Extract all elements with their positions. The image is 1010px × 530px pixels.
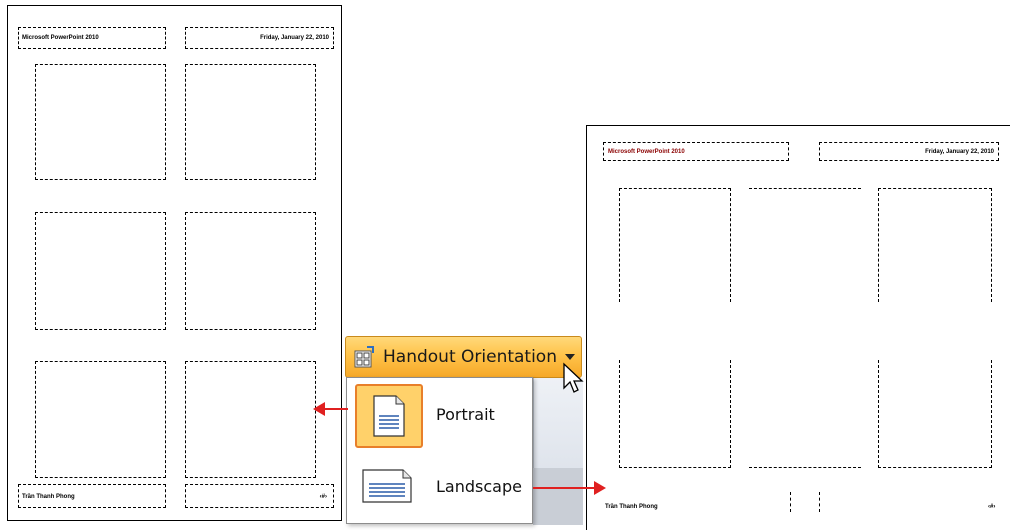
landscape-footer-divider [790, 492, 791, 512]
slide-placeholder [185, 361, 316, 478]
handout-orientation-button[interactable]: Handout Orientation [345, 336, 582, 378]
chevron-down-icon [565, 354, 575, 360]
slide-placeholder [749, 188, 861, 302]
ribbon-backdrop-lower [533, 468, 583, 525]
portrait-page-icon [370, 394, 408, 443]
landscape-handout-page: Microsoft PowerPoint 2010 Friday, Januar… [586, 125, 1010, 530]
landscape-footer-divider [819, 492, 820, 512]
slide-placeholder [619, 188, 731, 302]
landscape-footer-left-text: Trần Thanh Phong [605, 504, 658, 510]
portrait-handout-page: Microsoft PowerPoint 2010 Friday, Januar… [7, 5, 342, 521]
arrow-head-left-icon [313, 402, 325, 416]
handout-orientation-icon [353, 345, 377, 369]
portrait-footer-right-text: ‹#› [319, 494, 327, 500]
landscape-header-right-box: Friday, January 22, 2010 [819, 142, 999, 161]
landscape-header-left-text: Microsoft PowerPoint 2010 [608, 149, 685, 155]
portrait-footer-left-box: Trần Thanh Phong [18, 484, 166, 508]
menu-item-portrait-label[interactable]: Portrait [436, 405, 495, 424]
arrow-to-landscape [533, 487, 596, 489]
slide-placeholder [185, 212, 316, 330]
handout-orientation-label: Handout Orientation [383, 347, 557, 367]
slide-placeholder [35, 212, 166, 330]
slide-placeholder [749, 360, 861, 468]
slide-placeholder [185, 64, 316, 180]
portrait-footer-right-box: ‹#› [185, 484, 334, 508]
orientation-dropdown-menu: Portrait Landscape [346, 377, 533, 524]
landscape-page-icon [361, 468, 413, 509]
slide-placeholder [619, 360, 731, 468]
slide-placeholder [878, 188, 992, 302]
portrait-header-left-text: Microsoft PowerPoint 2010 [22, 35, 99, 41]
slide-placeholder [878, 360, 992, 468]
landscape-header-right-text: Friday, January 22, 2010 [925, 149, 994, 155]
menu-item-portrait[interactable] [355, 384, 423, 448]
menu-item-landscape-label[interactable]: Landscape [436, 477, 522, 496]
menu-item-landscape[interactable] [355, 458, 419, 516]
slide-placeholder [35, 64, 166, 180]
portrait-header-right-box: Friday, January 22, 2010 [185, 27, 334, 49]
mouse-pointer-icon [563, 362, 584, 393]
portrait-header-left-box: Microsoft PowerPoint 2010 [18, 27, 166, 49]
slide-placeholder [35, 361, 166, 478]
arrow-head-right-icon [594, 481, 606, 495]
landscape-footer-right-text: ‹#› [988, 504, 996, 510]
portrait-footer-left-text: Trần Thanh Phong [22, 494, 75, 500]
portrait-header-right-text: Friday, January 22, 2010 [260, 35, 329, 41]
arrow-to-portrait [322, 408, 348, 410]
landscape-header-left-box: Microsoft PowerPoint 2010 [603, 142, 789, 161]
